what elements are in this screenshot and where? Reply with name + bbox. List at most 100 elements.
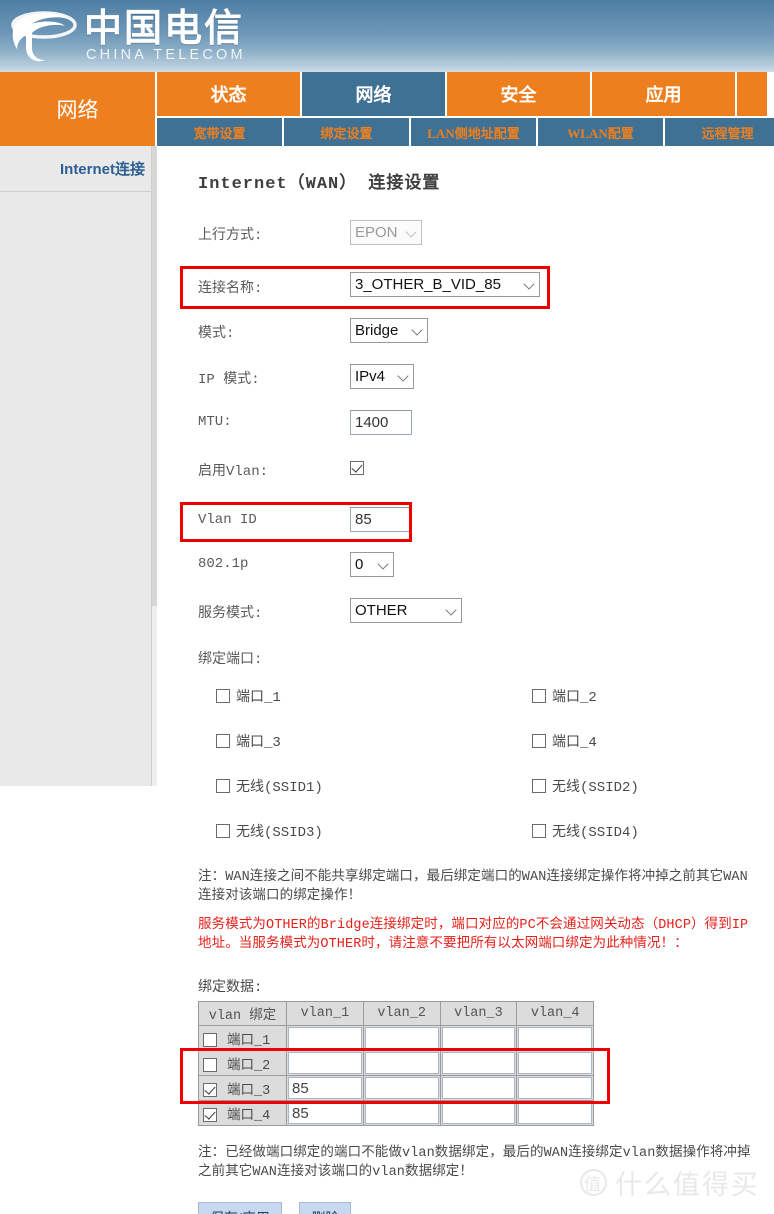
- cell-p3-vlan4[interactable]: [516, 1075, 594, 1101]
- bind-checkbox-ssid-2[interactable]: 无线(SSID2): [532, 776, 639, 796]
- input-p1-vlan1[interactable]: [288, 1027, 362, 1049]
- uplink-mode-select[interactable]: EPON: [350, 220, 422, 245]
- th-vlan-3: vlan_3: [439, 1001, 518, 1026]
- cell-p1-vlan1[interactable]: [286, 1025, 364, 1051]
- enable-vlan-checkbox[interactable]: [350, 460, 364, 475]
- tab-security[interactable]: 安全: [447, 72, 590, 116]
- bind-checkbox-port-2[interactable]: 端口_2: [532, 686, 597, 706]
- checkbox-icon[interactable]: [532, 779, 546, 793]
- row-port-1-label-cell[interactable]: 端口_1: [198, 1025, 287, 1051]
- tab-overflow[interactable]: [737, 72, 767, 116]
- cell-p3-vlan1[interactable]: [286, 1075, 364, 1101]
- cell-p2-vlan1[interactable]: [286, 1050, 364, 1076]
- connection-name-label: 连接名称:: [198, 281, 263, 297]
- subtab-lan-address-config[interactable]: LAN侧地址配置: [411, 118, 536, 146]
- tab-application[interactable]: 应用: [592, 72, 735, 116]
- bind-port-checkbox-grid: 端口_1 端口_2 端口_3 端口_4 无线(SSID1) 无线(SSID2) …: [198, 686, 774, 866]
- checkbox-icon[interactable]: [532, 689, 546, 703]
- connection-name-select[interactable]: 3_OTHER_B_VID_85: [350, 272, 540, 297]
- bind-checkbox-port-3[interactable]: 端口_3: [216, 731, 281, 751]
- cell-p4-vlan3[interactable]: [439, 1100, 518, 1126]
- input-p2-vlan1[interactable]: [288, 1052, 362, 1074]
- dot1p-select[interactable]: 0: [350, 552, 394, 577]
- cell-p4-vlan1[interactable]: [286, 1100, 364, 1126]
- input-p3-vlan3[interactable]: [441, 1077, 516, 1099]
- mtu-input[interactable]: [350, 410, 412, 435]
- cell-p2-vlan2[interactable]: [362, 1050, 441, 1076]
- checkbox-icon[interactable]: [203, 1082, 217, 1097]
- input-p3-vlan1[interactable]: [288, 1077, 362, 1099]
- china-telecom-logo-icon: [11, 11, 77, 62]
- vlan-id-input[interactable]: [350, 507, 412, 532]
- bind-checkbox-label: 端口_4: [552, 735, 597, 751]
- checkbox-icon[interactable]: [216, 689, 230, 703]
- bind-data-label: 绑定数据:: [198, 980, 263, 996]
- cell-p4-vlan4[interactable]: [516, 1100, 594, 1126]
- page-title: Internet（WAN） 连接设置: [198, 175, 441, 194]
- service-mode-select[interactable]: OTHER: [350, 598, 462, 623]
- row-port-label: 端口_2: [227, 1058, 271, 1074]
- bind-checkbox-port-4[interactable]: 端口_4: [532, 731, 597, 751]
- checkbox-icon[interactable]: [216, 734, 230, 748]
- delete-button[interactable]: 删除: [299, 1202, 352, 1214]
- input-p1-vlan2[interactable]: [364, 1027, 439, 1049]
- subtab-wlan-config[interactable]: WLAN配置: [538, 118, 663, 146]
- subtab-remote-management[interactable]: 远程管理: [665, 118, 774, 146]
- input-p4-vlan3[interactable]: [441, 1102, 516, 1124]
- input-p2-vlan3[interactable]: [441, 1052, 516, 1074]
- cell-p4-vlan2[interactable]: [362, 1100, 441, 1126]
- cell-p3-vlan2[interactable]: [362, 1075, 441, 1101]
- bind-checkbox-label: 无线(SSID2): [552, 780, 639, 796]
- row-port-4-label-cell[interactable]: 端口_4: [198, 1100, 287, 1126]
- input-p2-vlan2[interactable]: [364, 1052, 439, 1074]
- sidebar-item-internet-connection[interactable]: Internet连接: [0, 146, 151, 192]
- subtab-binding-settings[interactable]: 绑定设置: [284, 118, 409, 146]
- note-service-mode-warning: 服务模式为OTHER的Bridge连接绑定时，端口对应的PC不会通过网关动态（D…: [198, 918, 749, 952]
- note-port-binding: 注：WAN连接之间不能共享绑定端口，最后绑定端口的WAN连接绑定操作将冲掉之前其…: [198, 870, 748, 904]
- sidebar-scrollbar[interactable]: [152, 146, 157, 786]
- cell-p1-vlan2[interactable]: [362, 1025, 441, 1051]
- input-p4-vlan2[interactable]: [364, 1102, 439, 1124]
- bind-checkbox-label: 无线(SSID1): [236, 780, 323, 796]
- th-vlan-bind: vlan 绑定: [198, 1001, 287, 1026]
- cell-p1-vlan3[interactable]: [439, 1025, 518, 1051]
- checkbox-icon[interactable]: [203, 1107, 217, 1122]
- input-p2-vlan4[interactable]: [518, 1052, 592, 1074]
- bind-checkbox-ssid-3[interactable]: 无线(SSID3): [216, 821, 323, 841]
- tab-network[interactable]: 网络: [302, 72, 445, 116]
- input-p3-vlan4[interactable]: [518, 1077, 592, 1099]
- input-p1-vlan3[interactable]: [441, 1027, 516, 1049]
- row-port-label: 端口_3: [227, 1083, 271, 1099]
- checkbox-icon[interactable]: [532, 824, 546, 838]
- ip-mode-select[interactable]: IPv4: [350, 364, 414, 389]
- checkbox-icon[interactable]: [216, 779, 230, 793]
- bind-checkbox-ssid-4[interactable]: 无线(SSID4): [532, 821, 639, 841]
- input-p3-vlan2[interactable]: [364, 1077, 439, 1099]
- bind-checkbox-ssid-1[interactable]: 无线(SSID1): [216, 776, 323, 796]
- checkbox-icon[interactable]: [532, 734, 546, 748]
- action-buttons: 保存/应用 删除: [198, 1202, 774, 1214]
- field-uplink-mode: 上行方式: EPON: [198, 220, 774, 266]
- checkbox-icon[interactable]: [216, 824, 230, 838]
- checkbox-icon[interactable]: [203, 1032, 217, 1047]
- cell-p3-vlan3[interactable]: [439, 1075, 518, 1101]
- row-port-2-label-cell[interactable]: 端口_2: [198, 1050, 287, 1076]
- table-header-row: vlan 绑定 vlan_1 vlan_2 vlan_3 vlan_4: [198, 1001, 594, 1026]
- input-p4-vlan1[interactable]: [288, 1102, 362, 1124]
- cell-p2-vlan3[interactable]: [439, 1050, 518, 1076]
- subtab-broadband-settings[interactable]: 宽带设置: [157, 118, 282, 146]
- row-port-3-label-cell[interactable]: 端口_3: [198, 1075, 287, 1101]
- tab-status[interactable]: 状态: [157, 72, 300, 116]
- input-p1-vlan4[interactable]: [518, 1027, 592, 1049]
- bind-checkbox-port-1[interactable]: 端口_1: [216, 686, 281, 706]
- brand-name-en: CHINA TELECOM: [86, 47, 246, 63]
- input-p4-vlan4[interactable]: [518, 1102, 592, 1124]
- cell-p2-vlan4[interactable]: [516, 1050, 594, 1076]
- main-content: Internet（WAN） 连接设置 上行方式: EPON 连接名称: 3_OT…: [158, 146, 774, 1214]
- secondary-tabs: 宽带设置 绑定设置 LAN侧地址配置 WLAN配置 远程管理: [157, 118, 774, 146]
- save-apply-button[interactable]: 保存/应用: [198, 1202, 282, 1214]
- mode-select[interactable]: Bridge: [350, 318, 428, 343]
- checkbox-icon[interactable]: [203, 1057, 217, 1072]
- cell-p1-vlan4[interactable]: [516, 1025, 594, 1051]
- uplink-mode-label: 上行方式:: [198, 228, 263, 244]
